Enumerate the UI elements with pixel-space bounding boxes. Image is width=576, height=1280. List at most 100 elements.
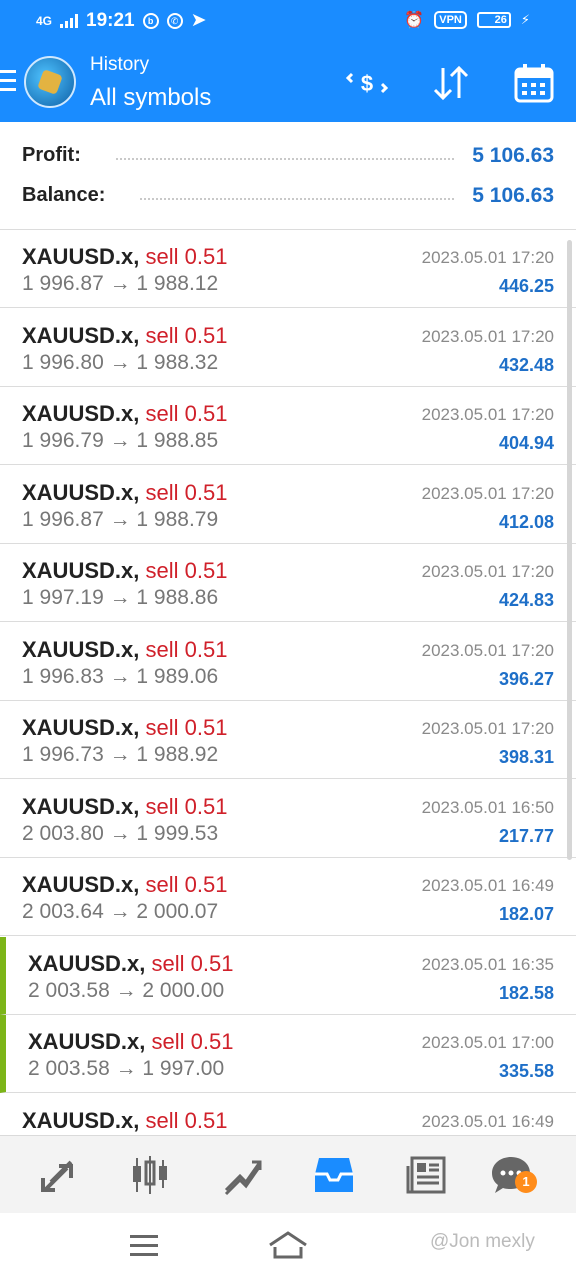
deal-profit: 335.58: [498, 1061, 554, 1081]
symbol-name: XAUUSD.x,: [28, 1029, 146, 1054]
b-app-icon: b: [142, 12, 159, 29]
network-indicator: 4G: [36, 13, 53, 28]
calendar-icon[interactable]: [513, 62, 555, 104]
deal-side-volume: sell 0.51: [145, 323, 228, 348]
deal-profit: 396.27: [498, 669, 554, 689]
alarm-icon: ⏰: [404, 12, 425, 29]
symbol-filter[interactable]: All symbols: [90, 84, 211, 112]
profit-label: Profit:: [22, 144, 81, 166]
deal-side-volume: sell 0.51: [151, 951, 234, 976]
deal-row[interactable]: XAUUSD.x, sell 0.51 2 003.58 → 1 997.00 20…: [0, 1015, 576, 1093]
deal-side-volume: sell 0.51: [151, 1029, 234, 1054]
symbol-name: XAUUSD.x,: [22, 1108, 140, 1133]
deal-symbol: XAUUSD.x, sell 0.51: [22, 244, 227, 270]
deal-time: 2023.05.01 16:49: [421, 1112, 554, 1131]
deal-side-volume: sell 0.51: [145, 558, 228, 583]
deal-symbol: XAUUSD.x, sell 0.51: [22, 715, 227, 741]
deal-profit: 217.77: [498, 826, 554, 846]
deal-prices: 2 003.58 → 2 000.00: [28, 979, 225, 1002]
deal-side-volume: sell 0.51: [145, 715, 228, 740]
deal-row[interactable]: XAUUSD.x, sell 0.51 2 003.58 → 2 000.00 20…: [0, 937, 576, 1015]
deal-prices: 1 996.79 → 1 988.85: [22, 429, 219, 452]
deal-side-volume: sell 0.51: [145, 401, 228, 426]
status-bar: 4G 19:21 b ✆ ➤ ⏰ VPN 26 ⚡: [0, 0, 576, 44]
symbol-name: XAUUSD.x,: [22, 401, 140, 426]
deal-symbol: XAUUSD.x, sell 0.51: [22, 558, 227, 584]
symbol-name: XAUUSD.x,: [22, 715, 140, 740]
quotes-icon[interactable]: [37, 1154, 79, 1196]
deal-profit: 182.07: [498, 904, 554, 924]
deal-symbol: XAUUSD.x, sell 0.51: [22, 794, 227, 820]
status-time: 19:21: [86, 9, 135, 31]
system-nav-bar: @Jon mexly: [0, 1213, 576, 1280]
deal-profit: 446.25: [498, 276, 554, 296]
symbol-name: XAUUSD.x,: [22, 323, 140, 348]
deal-profit: 404.94: [498, 433, 554, 453]
deal-row[interactable]: XAUUSD.x, sell 0.51 1 996.73 → 1 988.92 20…: [0, 701, 576, 779]
deal-time: 2023.05.01 17:00: [421, 1033, 554, 1052]
symbol-name: XAUUSD.x,: [22, 872, 140, 897]
deal-row[interactable]: XAUUSD.x, sell 0.51 2 003.80 → 1 999.53 20…: [0, 780, 576, 858]
deal-time: 2023.05.01 16:49: [421, 876, 554, 895]
vpn-indicator: VPN: [434, 11, 467, 29]
dotted-leader: [116, 158, 454, 160]
scrollbar[interactable]: [567, 240, 572, 860]
deal-profit: 398.31: [498, 747, 554, 767]
deal-row[interactable]: XAUUSD.x, sell 0.51 1 996.79 → 1 988.85 20…: [0, 387, 576, 465]
symbol-name: XAUUSD.x,: [22, 794, 140, 819]
chart-icon[interactable]: [129, 1154, 171, 1196]
telegram-icon: ➤: [190, 10, 207, 31]
whatsapp-icon: ✆: [166, 12, 183, 29]
deal-side-volume: sell 0.51: [145, 872, 228, 897]
deal-time: 2023.05.01 17:20: [421, 327, 554, 346]
deal-row[interactable]: XAUUSD.x, sell 0.51 1 996.87 → 1 988.12 20…: [0, 230, 576, 308]
news-icon[interactable]: [406, 1154, 448, 1196]
deal-row[interactable]: XAUUSD.x, sell 0.51 1 996.83 → 1 989.06 20…: [0, 623, 576, 701]
charging-icon: ⚡: [520, 12, 530, 27]
battery-indicator: 26: [476, 12, 511, 28]
summary-panel: Profit: 5 106.63 Balance: 5 106.63: [0, 122, 576, 230]
symbol-name: XAUUSD.x,: [28, 951, 146, 976]
deal-prices: 1 996.87 → 1 988.12: [22, 272, 219, 295]
deal-symbol: XAUUSD.x, sell 0.51: [28, 1029, 233, 1055]
deal-row[interactable]: XAUUSD.x, sell 0.51 1 997.19 → 1 988.86 20…: [0, 544, 576, 622]
deal-time: 2023.05.01 17:20: [421, 248, 554, 267]
sort-icon[interactable]: [430, 62, 472, 104]
deal-profit: 424.83: [498, 590, 554, 610]
trade-icon[interactable]: [222, 1154, 264, 1196]
deal-time: 2023.05.01 17:20: [421, 484, 554, 503]
deal-time: 2023.05.01 17:20: [421, 405, 554, 424]
deal-time: 2023.05.01 16:35: [421, 955, 554, 974]
deposit-filter-icon[interactable]: $: [346, 62, 388, 104]
top-bar: 4G 19:21 b ✆ ➤ ⏰ VPN 26 ⚡ History All sy…: [0, 0, 576, 122]
bottom-nav: [0, 1135, 576, 1213]
deal-symbol: XAUUSD.x, sell 0.51: [22, 480, 227, 506]
deal-profit: 412.08: [498, 512, 554, 532]
deal-symbol: XAUUSD.x, sell 0.51: [22, 1108, 227, 1134]
profit-value: 5 106.63: [472, 144, 554, 167]
menu-icon[interactable]: [0, 70, 16, 92]
deal-row[interactable]: XAUUSD.x, sell 0.51 1 996.87 → 1 988.79 20…: [0, 466, 576, 544]
deal-row[interactable]: XAUUSD.x, sell 0.51 1 996.80 → 1 988.32 20…: [0, 309, 576, 387]
deal-side-volume: sell 0.51: [145, 480, 228, 505]
balance-row: Balance: 5 106.63: [22, 184, 554, 214]
watermark-text: @Jon mexly: [430, 1231, 535, 1252]
balance-value: 5 106.63: [472, 184, 554, 207]
deal-prices: 1 996.73 → 1 988.92: [22, 743, 219, 766]
symbol-name: XAUUSD.x,: [22, 480, 140, 505]
deal-prices: 2 003.64 → 2 000.07: [22, 900, 219, 923]
home-button[interactable]: [268, 1231, 308, 1261]
app-title: History: [90, 54, 150, 75]
recents-button[interactable]: [130, 1235, 158, 1262]
history-icon[interactable]: [313, 1154, 355, 1196]
deal-prices: 1 996.83 → 1 989.06: [22, 665, 219, 688]
deal-prices: 2 003.80 → 1 999.53: [22, 822, 219, 845]
deal-time: 2023.05.01 17:20: [421, 719, 554, 738]
deal-side-volume: sell 0.51: [145, 637, 228, 662]
deal-time: 2023.05.01 17:20: [421, 562, 554, 581]
chat-badge: 1: [515, 1171, 537, 1193]
deal-symbol: XAUUSD.x, sell 0.51: [22, 637, 227, 663]
deal-row[interactable]: XAUUSD.x, sell 0.51 2 003.64 → 2 000.07 20…: [0, 858, 576, 936]
deal-symbol: XAUUSD.x, sell 0.51: [22, 401, 227, 427]
svg-text:$: $: [361, 71, 373, 96]
